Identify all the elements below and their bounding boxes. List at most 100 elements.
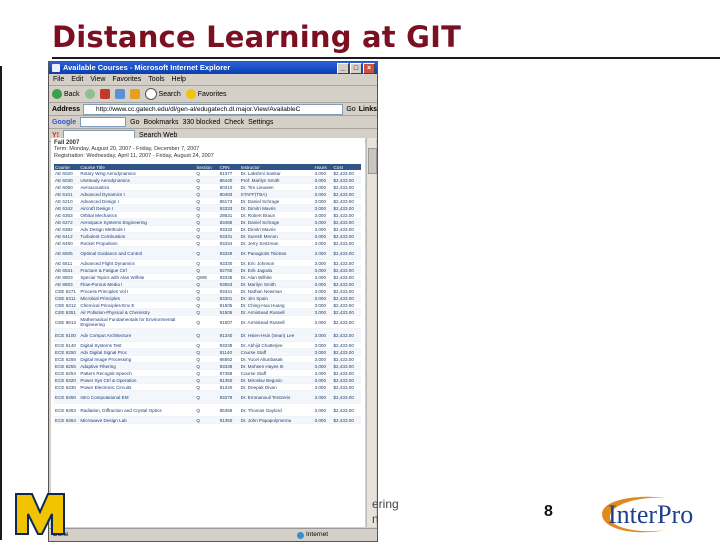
course-title-link[interactable]: Digital Systems Test: [79, 341, 196, 349]
search-button[interactable]: Search: [144, 88, 181, 100]
menu-view[interactable]: View: [90, 74, 105, 85]
menu-tools[interactable]: Tools: [148, 74, 164, 85]
course-title-link[interactable]: Power Sys Ctrl & Operation: [79, 376, 196, 384]
course-title-link[interactable]: Microbial Principles: [79, 294, 196, 302]
course-title-link[interactable]: Mathematical Fundamentals for Environmen…: [79, 315, 196, 329]
table-cell: Q: [195, 294, 219, 302]
course-title-link[interactable]: Digital Image Processing: [79, 355, 196, 363]
course-title-link[interactable]: Radiation, Diffraction and Crystal Optic…: [79, 403, 196, 417]
popup-blocked-badge[interactable]: 330 blocked: [182, 119, 220, 126]
table-cell: Dr. Miroslav Begovic: [239, 376, 314, 384]
course-title-link[interactable]: Power Electronic Circuits: [79, 383, 196, 391]
course-title-link[interactable]: Adv Design Methods I: [79, 225, 196, 233]
table-cell: 85173: [218, 197, 240, 205]
course-title-link[interactable]: Optimal Guidance and Control: [79, 246, 196, 260]
title-divider: [52, 57, 720, 59]
links-button[interactable]: Links: [359, 106, 377, 113]
table-cell: Dr. Armistead Russell: [239, 308, 314, 316]
course-title-link[interactable]: Rocket Propulsion: [79, 239, 196, 247]
refresh-button[interactable]: [114, 89, 125, 99]
course-title-link[interactable]: Adaptive Filtering: [79, 362, 196, 370]
close-button[interactable]: ×: [363, 63, 375, 74]
stop-button[interactable]: [99, 89, 110, 99]
table-cell: 90310: [218, 183, 240, 191]
course-title-link[interactable]: Pattern Recognit-Speech: [79, 369, 196, 377]
course-title-link[interactable]: Aeroacoustics: [79, 183, 196, 191]
ie-page-icon: [52, 64, 60, 72]
check-button[interactable]: Check: [224, 119, 244, 126]
table-cell: 81340: [218, 383, 240, 391]
table-cell: $2,433.00: [332, 403, 361, 417]
table-cell: 91505: [218, 301, 240, 309]
course-title-link[interactable]: Adv Digital Signal Proc: [79, 348, 196, 356]
course-title-link[interactable]: Special Topics with Alan Wilhite: [79, 273, 196, 281]
course-title-link[interactable]: Turbulent Combustion: [79, 232, 196, 240]
course-title-link[interactable]: Flow-Porous Media I: [79, 280, 196, 288]
table-cell: $2,433.00: [332, 383, 361, 391]
maximize-button[interactable]: □: [350, 63, 362, 74]
table-row: AE 6342 Aircraft Design I Q 93333 Dr. Dimitr…: [54, 204, 361, 212]
course-title-link[interactable]: Intro Computational EM: [79, 390, 196, 404]
course-title-link[interactable]: Unsteady Aerodynamics: [79, 176, 196, 184]
favorites-label: Favorites: [197, 90, 227, 98]
course-title-link[interactable]: Aerospace Systems Engineering: [79, 218, 196, 226]
course-title-link[interactable]: Process Principles Vol I: [79, 287, 196, 295]
table-cell: AE 6450: [54, 239, 80, 247]
favorites-button[interactable]: Favorites: [185, 89, 227, 99]
settings-button[interactable]: Settings: [248, 119, 273, 126]
google-search-input[interactable]: [80, 117, 127, 127]
table-cell: 93331: [218, 232, 240, 240]
table-cell: Dr. Jerry Seitzman: [239, 239, 314, 247]
table-cell: AE 6531: [54, 266, 80, 274]
google-go-button[interactable]: Go: [130, 119, 139, 126]
stop-icon: [99, 89, 110, 99]
table-cell: Q: [195, 328, 219, 342]
course-title-link[interactable]: Advanced Dynamics I: [79, 190, 196, 198]
table-cell: 3.000: [313, 301, 333, 309]
table-cell: Q: [195, 190, 219, 198]
forward-button[interactable]: [84, 89, 95, 99]
go-button[interactable]: Go: [346, 106, 355, 113]
table-row: AE 6505 Optimal Guidance and Control Q 9332…: [54, 246, 361, 260]
course-title-link[interactable]: Adv Comput Architecture: [79, 328, 196, 342]
table-cell: $2,433.00: [332, 416, 361, 424]
table-cell: $2,433.00: [332, 239, 361, 247]
course-title-link[interactable]: Aircraft Design I: [79, 204, 196, 212]
address-input[interactable]: http://www.cc.gatech.edu/dl/gen-al/eduga…: [83, 103, 344, 115]
course-title-link[interactable]: Advanced Flight Dynamics: [79, 259, 196, 267]
home-button[interactable]: [129, 89, 140, 99]
table-row: AE 6412 Turbulent Combustion Q 93331 Dr. Sur…: [54, 232, 361, 240]
table-cell: Dr. Mohsen Hayes III: [239, 362, 314, 370]
table-cell: Q: [195, 416, 219, 424]
table-cell: Dr. Dimitri Mavris: [239, 204, 314, 212]
scrollbar-thumb[interactable]: [368, 148, 377, 174]
menu-file[interactable]: File: [53, 74, 64, 85]
course-title-link[interactable]: Microwave Design Lab: [79, 416, 196, 424]
course-title-link[interactable]: Advanced Design I: [79, 197, 196, 205]
course-title-link[interactable]: Chemical Principles-Env E: [79, 301, 196, 309]
course-title-link[interactable]: Orbital Mechanics: [79, 211, 196, 219]
table-cell: ECE 6330: [54, 383, 80, 391]
course-title-link[interactable]: Air Pollution-Physical & Chemistry: [79, 308, 196, 316]
table-cell: Q: [195, 355, 219, 363]
table-cell: 3.000: [313, 308, 333, 316]
menu-help[interactable]: Help: [172, 74, 186, 85]
minimize-button[interactable]: _: [337, 63, 349, 74]
bookmarks-button[interactable]: Bookmarks: [143, 119, 178, 126]
table-cell: Dr. Jim Spain: [239, 294, 314, 302]
menu-favorites[interactable]: Favorites: [112, 74, 141, 85]
table-cell: Prof. Marilyn Smith: [239, 176, 314, 184]
table-cell: $2,433.00: [332, 328, 361, 342]
table-cell: Q: [195, 280, 219, 288]
table-cell: $2,433.00: [332, 204, 361, 212]
course-title-link[interactable]: Fracture & Fatigue Ctrl: [79, 266, 196, 274]
back-button[interactable]: Back: [52, 89, 80, 99]
table-cell: Dr. Suresh Menon: [239, 232, 314, 240]
table-cell: $2,433.00: [332, 218, 361, 226]
vertical-scrollbar[interactable]: [366, 138, 377, 527]
table-cell: 3.000: [313, 328, 333, 342]
table-row: AE 6372 Aerospace Systems Engineering Q 834…: [54, 218, 361, 226]
table-cell: 93339: [218, 341, 240, 349]
menu-edit[interactable]: Edit: [71, 74, 83, 85]
table-cell: AE 6030: [54, 176, 80, 184]
